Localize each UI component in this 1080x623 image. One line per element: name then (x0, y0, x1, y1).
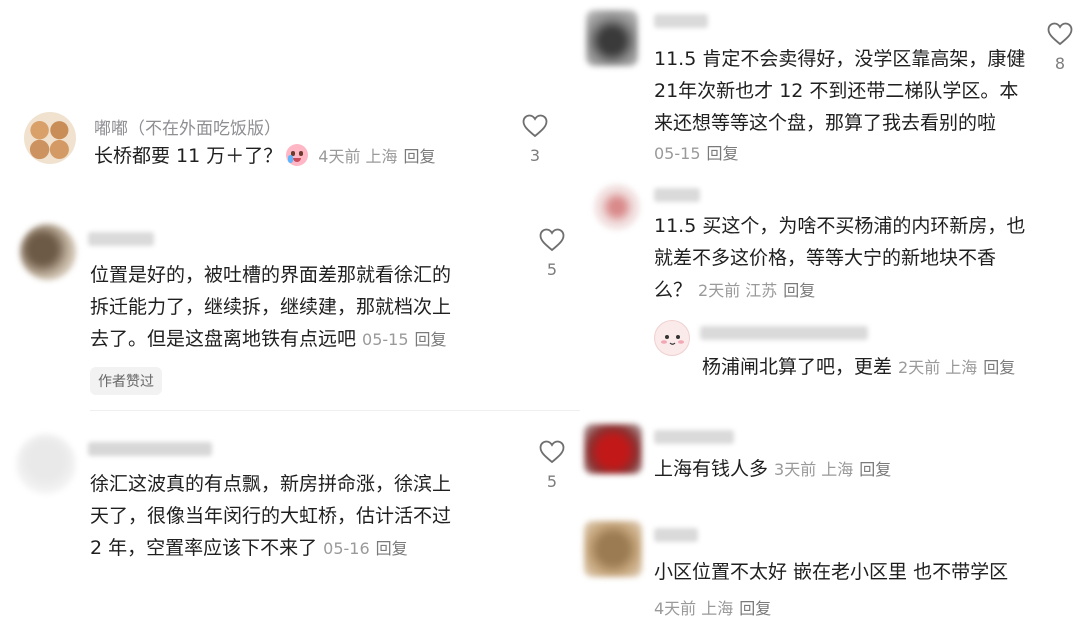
avatar[interactable] (594, 184, 640, 230)
comment-text: 11.5 买这个，为啥不买杨浦的内环新房，也 就差不多这价格，等等大宁的新地块不… (654, 210, 1054, 307)
comment-time-location: 3天前 上海 (774, 460, 854, 479)
username[interactable] (654, 14, 708, 28)
cartoon-face-icon (661, 335, 684, 345)
comment-text-line: 么？ 2天前 江苏 回复 (654, 274, 1054, 307)
reply-text-content: 杨浦闸北算了吧，更差 (702, 356, 893, 378)
comment-text: 小区位置不太好 嵌在老小区里 也不带学区 (654, 556, 1054, 588)
comment-meta: 2天前 江苏 回复 (698, 281, 815, 300)
like-button[interactable]: 5 (537, 440, 567, 491)
comments-column-left: 嘟嘟（不在外面吃饭版） 长桥都要 11 万＋了？ 4天前 上海 回复 3 位置是好的… (0, 0, 580, 623)
comment-text-line: 21年次新也才 12 不到还带二梯队学区。本 (654, 80, 1019, 102)
comments-column-right: 11.5 肯定不会卖得好，没学区靠高架，康健 21年次新也才 12 不到还带二梯… (580, 0, 1080, 623)
comment-text-line: 天了，很像当年闵行的大虹桥，估计活不过 (90, 505, 452, 527)
comment-time: 05-16 (323, 539, 370, 558)
comment-text-content: 么？ (654, 279, 693, 301)
comment-text: 11.5 肯定不会卖得好，没学区靠高架，康健 21年次新也才 12 不到还带二梯… (654, 43, 1044, 139)
comment-time-location: 2天前 上海 (898, 358, 978, 377)
reply-button[interactable]: 回复 (707, 144, 739, 163)
comment-meta: 05-16 回复 (323, 539, 408, 558)
like-count: 5 (546, 472, 558, 491)
avatar[interactable] (584, 424, 642, 474)
comment-text-line: 11.5 肯定不会卖得好，没学区靠高架，康健 (654, 48, 1026, 70)
comment-text-line: 2 年，空置率应该下不来了 05-16 回复 (90, 532, 520, 565)
username[interactable] (654, 430, 734, 444)
reply-button[interactable]: 回复 (983, 358, 1015, 377)
reply-button[interactable]: 回复 (739, 599, 771, 618)
comment-meta: 2天前 上海 回复 (898, 358, 1015, 377)
heart-outline-icon (1047, 22, 1073, 46)
comment-text-line: 徐汇这波真的有点飘，新房拼命涨，徐滨上 (90, 473, 452, 495)
comment-text: 上海有钱人多 3天前 上海 回复 (654, 453, 1054, 486)
comment-time-location: 4天前 上海 (654, 599, 734, 618)
username[interactable] (654, 188, 700, 202)
reply-button[interactable]: 回复 (859, 460, 891, 479)
comment-time: 05-15 (654, 144, 701, 163)
comment-text-content: 2 年，空置率应该下不来了 (90, 537, 318, 559)
comment-meta: 05-15 回复 (654, 140, 739, 164)
reply-text: 杨浦闸北算了吧，更差 2天前 上海 回复 (702, 351, 1062, 384)
like-button[interactable]: 8 (1045, 22, 1075, 73)
comment-time-location: 2天前 江苏 (698, 281, 778, 300)
heart-outline-icon (539, 440, 565, 464)
comment-meta: 4天前 上海 回复 (654, 595, 771, 619)
reply-button[interactable]: 回复 (783, 281, 815, 300)
comment-text-content: 小区位置不太好 嵌在老小区里 也不带学区 (654, 561, 1009, 583)
username[interactable] (88, 442, 212, 456)
comment-text-content: 上海有钱人多 (654, 458, 769, 480)
avatar[interactable] (654, 320, 690, 356)
username[interactable] (700, 326, 868, 340)
comment-text-line: 就差不多这价格，等等大宁的新地块不香 (654, 247, 997, 269)
avatar[interactable] (16, 434, 76, 494)
username[interactable] (654, 528, 698, 542)
comment-text: 徐汇这波真的有点飘，新房拼命涨，徐滨上 天了，很像当年闵行的大虹桥，估计活不过 … (90, 468, 520, 565)
comment-item: 徐汇这波真的有点飘，新房拼命涨，徐滨上 天了，很像当年闵行的大虹桥，估计活不过 … (0, 0, 580, 600)
comment-meta: 3天前 上海 回复 (774, 460, 891, 479)
comment-text-line: 来还想等等这个盘，那算了我去看别的啦 (654, 112, 997, 134)
comment-text-line: 11.5 买这个，为啥不买杨浦的内环新房，也 (654, 215, 1026, 237)
avatar[interactable] (584, 521, 642, 577)
reply-button[interactable]: 回复 (376, 539, 408, 558)
avatar[interactable] (586, 10, 638, 66)
like-count: 8 (1054, 54, 1066, 73)
